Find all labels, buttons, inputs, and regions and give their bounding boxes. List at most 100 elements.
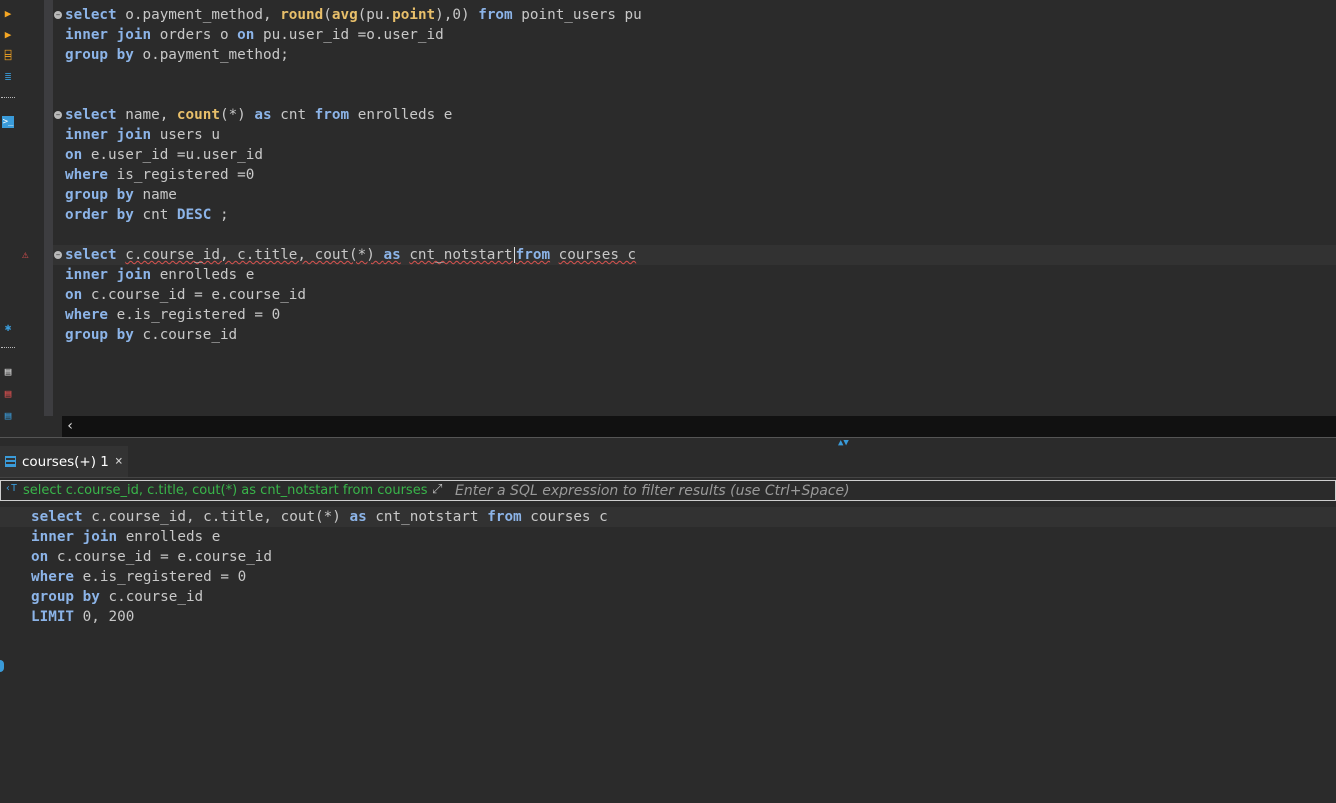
sql-text: (pu. [357,7,393,23]
sql-function: avg [331,7,358,23]
sql-keyword: from [487,509,522,525]
query-text-line: LIMIT 0, 200 [31,607,134,627]
editor-line-text: on e.user_id =u.user_id [65,145,263,165]
editor-line[interactable]: inner join orders o on pu.user_id =o.use… [53,25,1336,45]
sql-keyword: select [65,107,117,123]
scroll-left-icon[interactable]: ‹ [66,416,74,437]
export-file-icon[interactable]: ▤ [2,410,14,422]
editor-line[interactable]: on c.course_id = e.course_id [53,285,1336,305]
query-text-line: inner join enrolleds e [31,527,220,547]
sql-keyword: as [383,247,401,263]
fold-icon[interactable]: − [54,251,62,259]
editor-line-text: where e.is_registered = 0 [65,305,280,325]
sql-keyword: from [515,247,551,263]
editor-line[interactable]: inner join enrolleds e [53,265,1336,285]
editor-line-text: select c.course_id, c.title, cout(*) as … [65,245,636,265]
editor-line[interactable] [53,65,1336,85]
sql-text: e.is_registered = 0 [116,307,281,323]
sql-editor[interactable]: − select o.payment_method, round(avg(pu.p… [53,0,1336,416]
settings-icon[interactable]: ✱ [2,322,14,334]
editor-line[interactable]: inner join users u [53,125,1336,145]
sql-keyword: order by [65,207,134,223]
error-file-icon[interactable]: ▤ [2,388,14,400]
editor-line-text: inner join enrolleds e [65,265,254,285]
editor-line-text: order by cnt DESC ; [65,205,229,225]
sql-text: c.course_id [108,589,204,605]
editor-ruler [18,0,44,416]
sql-text: o.payment_method, [125,7,281,23]
sql-function: point [392,7,436,23]
fold-icon[interactable]: − [54,111,62,119]
sql-text: ),0) [435,7,479,23]
sql-text: name, [125,107,177,123]
editor-line-text: select o.payment_method, round(avg(pu.po… [65,5,642,25]
sql-keyword: on [65,287,83,303]
sql-text: name [142,187,177,203]
text-caret [513,247,515,263]
sql-text: c.course_id, c.title, cout(*) [91,509,350,525]
grid-icon [5,456,16,467]
sql-text: enrolleds e [357,107,453,123]
query-text-panel[interactable]: select c.course_id, c.title, cout(*) as … [0,502,1336,803]
editor-line-text: group by c.course_id [65,325,237,345]
sql-keyword: group by [65,47,134,63]
sql-function: round [280,7,324,23]
filter-input[interactable] [453,481,1327,500]
sql-text: e.user_id =u.user_id [90,147,263,163]
editor-line-text: select name, count(*) as cnt from enroll… [65,105,452,125]
sql-text: enrolleds e [159,267,255,283]
toolbar-separator [1,347,15,350]
editor-line[interactable]: − select name, count(*) as cnt from enrol… [53,105,1336,125]
sql-keyword: inner join [31,529,118,545]
sql-keyword: on [65,147,83,163]
sql-text: courses c [558,247,637,263]
sql-text: c.course_id [142,327,238,343]
query-text-line: group by c.course_id [31,587,203,607]
close-icon[interactable]: × [115,454,123,469]
editor-line[interactable]: on e.user_id =u.user_id [53,145,1336,165]
editor-line[interactable]: order by cnt DESC ; [53,205,1336,225]
horizontal-scrollbar[interactable]: ‹ [62,416,1336,437]
sql-function: count [176,107,220,123]
editor-line-text: on c.course_id = e.course_id [65,285,306,305]
sql-text: 0, 200 [82,609,135,625]
load-plan-icon[interactable]: ≣ [2,71,14,83]
tab-results[interactable]: courses(+) 1 × [0,446,128,477]
sql-keyword: on [31,549,49,565]
editor-line[interactable]: − select o.payment_method, round(avg(pu.p… [53,5,1336,25]
sql-text: c.course_id = e.course_id [56,549,273,565]
sql-text: cnt [280,107,315,123]
editor-line[interactable] [53,85,1336,105]
expand-icon[interactable]: ⤢ [432,481,442,499]
panel-divider[interactable] [0,437,1336,443]
sql-keyword: group by [65,327,134,343]
explain-plan-icon[interactable]: ⌸ [2,50,14,62]
sql-keyword: group by [31,589,100,605]
results-tabbar: courses(+) 1 × [0,446,1336,478]
sql-text: o.payment_method; [142,47,289,63]
sql-keyword: from [478,7,513,23]
sql-text: point_users pu [521,7,642,23]
sql-keyword: inner join [65,127,152,143]
fold-icon[interactable]: − [54,11,62,19]
save-file-icon[interactable]: ▤ [2,366,14,378]
sql-text: cnt_notstart [375,509,488,525]
sql-text: ; [219,207,229,223]
editor-line[interactable]: group by name [53,185,1336,205]
editor-line[interactable] [53,225,1336,245]
editor-line[interactable]: where is_registered =0 [53,165,1336,185]
execute-script-icon[interactable]: ▶ [2,29,14,41]
editor-line[interactable]: group by c.course_id [53,325,1336,345]
toolbar-separator [1,97,15,100]
filter-history-text[interactable]: select c.course_id, c.title, cout(*) as … [23,483,427,499]
filter-history-icon[interactable]: ‹T [5,483,17,494]
sql-keyword: inner join [65,27,152,43]
query-text-line: select c.course_id, c.title, cout(*) as … [0,507,1336,527]
sql-keyword: group by [65,187,134,203]
editor-line[interactable]: group by o.payment_method; [53,45,1336,65]
editor-line[interactable]: where e.is_registered = 0 [53,305,1336,325]
execute-statement-icon[interactable]: ▶ [2,8,14,20]
editor-line[interactable]: − select c.course_id, c.title, cout(*) as… [53,245,1336,265]
console-icon[interactable]: >_ [2,116,14,128]
sql-text: is_registered =0 [116,167,255,183]
